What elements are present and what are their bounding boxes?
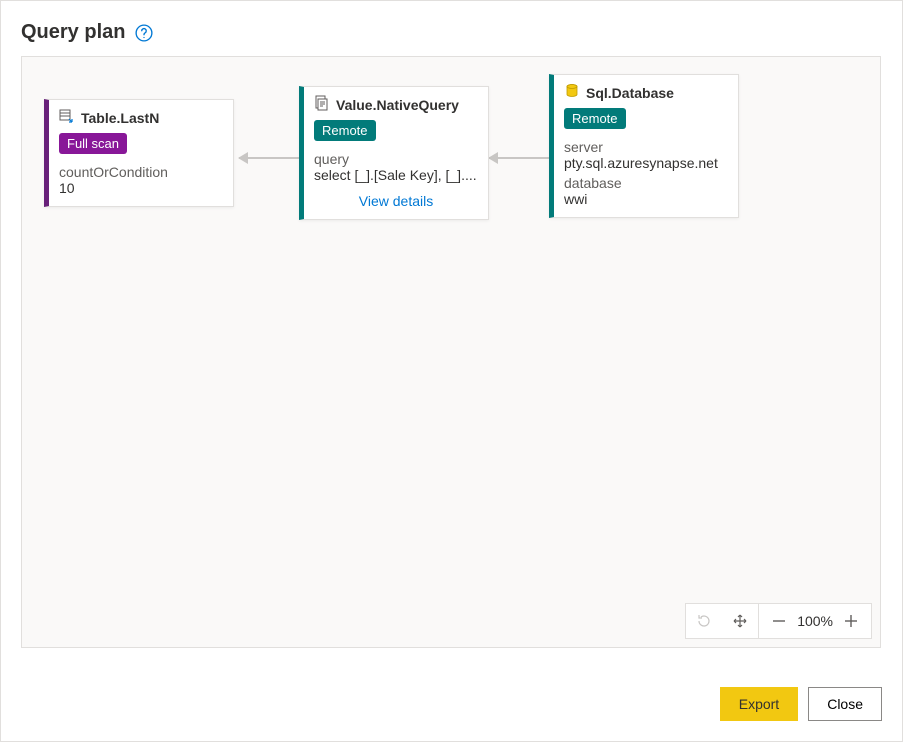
node-header: Table.LastN bbox=[59, 108, 223, 127]
export-button[interactable]: Export bbox=[720, 687, 798, 721]
node-value-nativequery[interactable]: Value.NativeQuery Remote query select [_… bbox=[299, 86, 489, 220]
fit-to-screen-button[interactable] bbox=[722, 604, 758, 638]
remote-badge: Remote bbox=[314, 120, 376, 141]
server-value: pty.sql.azuresynapse.net bbox=[564, 155, 728, 171]
field-label: countOrCondition bbox=[59, 164, 223, 180]
remote-badge: Remote bbox=[564, 108, 626, 129]
close-button[interactable]: Close bbox=[808, 687, 882, 721]
query-plan-panel: Query plan bbox=[0, 0, 903, 742]
dialog-footer: Export Close bbox=[720, 687, 882, 721]
panel-title: Query plan bbox=[21, 21, 125, 44]
node-header: Value.NativeQuery bbox=[314, 95, 478, 114]
zoom-in-button[interactable] bbox=[843, 613, 859, 629]
field-label: query bbox=[314, 151, 478, 167]
arrow-sql-to-native bbox=[489, 157, 549, 159]
database-label: database bbox=[564, 175, 728, 191]
zoom-group: 100% bbox=[759, 604, 871, 638]
script-icon bbox=[314, 95, 330, 114]
server-label: server bbox=[564, 139, 728, 155]
help-icon[interactable] bbox=[135, 24, 153, 42]
node-title: Value.NativeQuery bbox=[336, 97, 459, 113]
node-title: Table.LastN bbox=[81, 110, 159, 126]
database-value: wwi bbox=[564, 191, 728, 207]
arrow-native-to-lastn bbox=[239, 157, 299, 159]
node-sql-database[interactable]: Sql.Database Remote server pty.sql.azure… bbox=[549, 74, 739, 218]
reset-zoom-button[interactable] bbox=[686, 604, 722, 638]
database-icon bbox=[564, 83, 580, 102]
zoom-toolbar: 100% bbox=[685, 603, 872, 639]
zoom-out-button[interactable] bbox=[771, 613, 787, 629]
full-scan-badge: Full scan bbox=[59, 133, 127, 154]
panel-header: Query plan bbox=[21, 21, 882, 44]
node-table-lastn[interactable]: Table.LastN Full scan countOrCondition 1… bbox=[44, 99, 234, 207]
field-value: select [_].[Sale Key], [_].... bbox=[314, 167, 478, 183]
zoom-level: 100% bbox=[797, 613, 833, 629]
table-icon bbox=[59, 108, 75, 127]
view-details-link[interactable]: View details bbox=[314, 193, 478, 209]
field-value: 10 bbox=[59, 180, 223, 196]
node-header: Sql.Database bbox=[564, 83, 728, 102]
query-plan-canvas[interactable]: Table.LastN Full scan countOrCondition 1… bbox=[21, 56, 881, 648]
node-title: Sql.Database bbox=[586, 85, 674, 101]
